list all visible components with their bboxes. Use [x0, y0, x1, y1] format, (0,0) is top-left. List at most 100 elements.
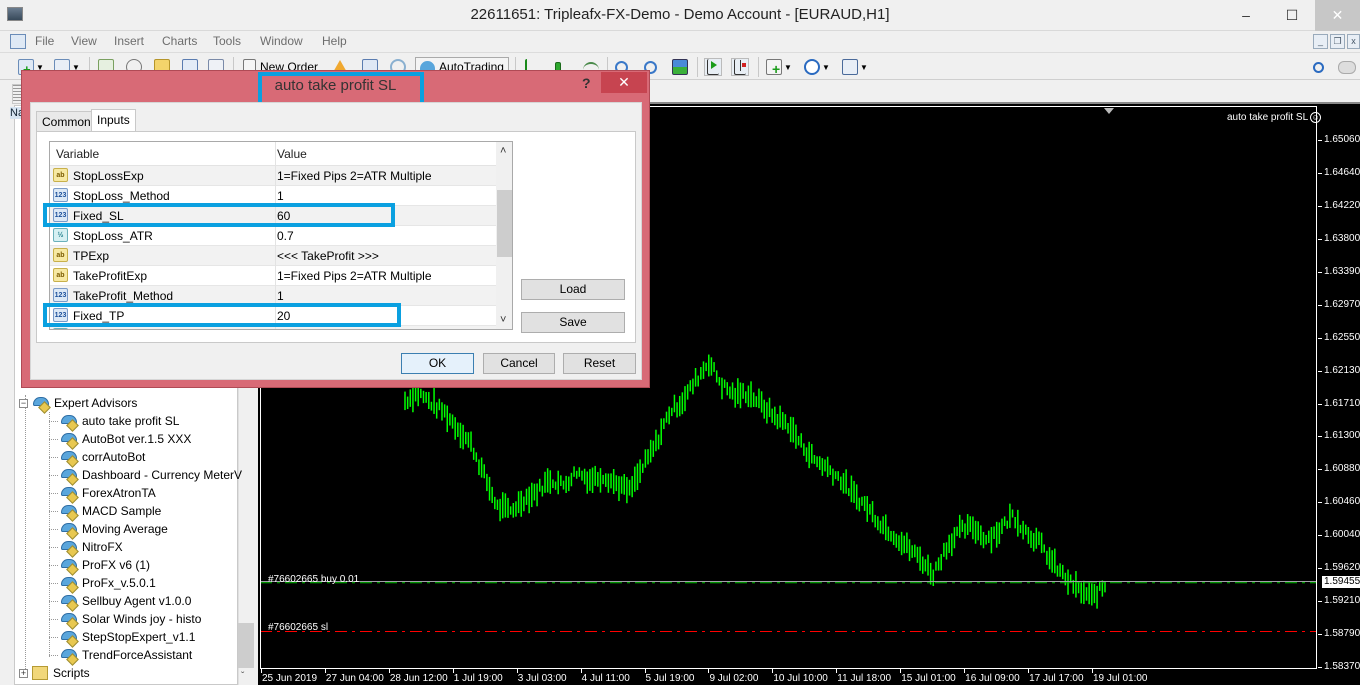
- fixed-sl-highlight-box: [43, 203, 395, 227]
- menu-charts[interactable]: Charts: [162, 34, 197, 48]
- tree-item-expert[interactable]: corrAutoBot: [49, 448, 145, 466]
- maximize-icon: ☐: [1285, 7, 1299, 23]
- mdi-restore-button[interactable]: ❐: [1330, 34, 1345, 49]
- tree-item-expert[interactable]: Sellbuy Agent v1.0.0: [49, 592, 192, 610]
- tree-item-expert[interactable]: TrendForceAssistant: [49, 646, 193, 664]
- expand-icon[interactable]: +: [19, 668, 28, 678]
- input-value-cell[interactable]: 0.7: [277, 229, 294, 243]
- search-icon: [1313, 61, 1324, 73]
- menu-window[interactable]: Window: [260, 34, 303, 48]
- window-title: 22611651: Tripleafx-FX-Demo - Demo Accou…: [470, 6, 890, 23]
- close-button[interactable]: ✕: [1315, 0, 1360, 31]
- tree-item-expert[interactable]: MACD Sample: [49, 502, 161, 520]
- scroll-up-icon[interactable]: ˄: [500, 145, 506, 157]
- y-axis-label: 1.59620: [1324, 562, 1360, 574]
- cancel-button[interactable]: Cancel: [483, 353, 555, 374]
- chart-window-icon: [10, 34, 26, 49]
- tree-node-scripts[interactable]: + Scripts: [19, 664, 90, 682]
- expert-advisor-icon: [60, 630, 77, 644]
- expert-advisor-icon: [60, 486, 77, 500]
- expert-name: NitroFX: [82, 540, 123, 554]
- chat-button[interactable]: [1338, 58, 1356, 76]
- tab-inputs[interactable]: Inputs: [91, 109, 136, 132]
- x-axis-label: 4 Jul 11:00: [581, 673, 630, 684]
- menu-insert[interactable]: Insert: [114, 34, 144, 48]
- menu-tools[interactable]: Tools: [213, 34, 241, 48]
- expert-name: ProFX v6 (1): [82, 558, 151, 572]
- tree-item-expert[interactable]: Dashboard - Currency MeterV: [49, 466, 242, 484]
- column-header-value[interactable]: Value: [277, 147, 307, 161]
- templates-button[interactable]: ▼: [842, 58, 868, 76]
- collapse-icon[interactable]: −: [19, 398, 28, 408]
- tile-windows-button[interactable]: [672, 58, 688, 76]
- input-value-cell[interactable]: 1=Fixed Pips 2=ATR Multiple: [277, 269, 432, 283]
- tree-item-expert[interactable]: StepStopExpert_v1.1: [49, 628, 196, 646]
- x-axis-label: 9 Jul 02:00: [709, 673, 759, 684]
- input-value-cell[interactable]: 1=Fixed Pips 2=ATR Multiple: [277, 169, 432, 183]
- fixed-tp-highlight-box: [43, 303, 401, 327]
- auto-scroll-icon: [734, 59, 746, 75]
- input-value-cell[interactable]: <<< TakeProfit >>>: [277, 249, 379, 263]
- tree-item-expert[interactable]: auto take profit SL: [49, 412, 179, 430]
- save-button[interactable]: Save: [521, 312, 625, 333]
- y-axis-label: 1.64640: [1324, 166, 1360, 178]
- input-row[interactable]: ab StopLossExp 1=Fixed Pips 2=ATR Multiple: [50, 166, 496, 186]
- expert-name: Sellbuy Agent v1.0.0: [82, 594, 192, 608]
- expert-name: Solar Winds joy - histo: [82, 612, 202, 626]
- maximize-button[interactable]: ☐: [1269, 0, 1315, 31]
- y-axis-tick: [1318, 667, 1322, 668]
- chart-shift-button[interactable]: [704, 58, 722, 76]
- minimize-button[interactable]: –: [1223, 0, 1269, 31]
- expert-advisor-icon: [60, 576, 77, 590]
- y-axis-tick: [1318, 238, 1322, 240]
- y-axis-label: 1.62550: [1324, 331, 1360, 343]
- y-axis-tick: [1318, 535, 1322, 537]
- x-axis-label: 19 Jul 01:00: [1093, 673, 1148, 684]
- ok-button[interactable]: OK: [401, 353, 474, 374]
- scroll-down-icon[interactable]: ˅: [500, 314, 506, 326]
- tree-item-expert[interactable]: Solar Winds joy - histo: [49, 610, 202, 628]
- expert-advisor-icon: [60, 414, 77, 428]
- y-axis-label: 1.60460: [1324, 496, 1360, 508]
- input-value-cell[interactable]: 1: [277, 289, 284, 303]
- input-row[interactable]: ab TakeProfitExp 1=Fixed Pips 2=ATR Multip…: [50, 266, 496, 286]
- input-value-cell[interactable]: 1.0: [277, 329, 294, 330]
- reset-button[interactable]: Reset: [563, 353, 636, 374]
- tree-item-expert[interactable]: NitroFX: [49, 538, 123, 556]
- input-value-cell[interactable]: 1: [277, 189, 284, 203]
- chart-shift-marker[interactable]: [1104, 108, 1114, 114]
- grid-scroll-thumb[interactable]: [497, 190, 512, 257]
- dialog-close-button[interactable]: ✕: [601, 72, 647, 93]
- input-row[interactable]: ½ StopLoss_ATR 0.7: [50, 226, 496, 246]
- menu-file[interactable]: File: [35, 34, 54, 48]
- expert-name: Moving Average: [82, 522, 168, 536]
- tree-node-expert-advisors[interactable]: − Expert Advisors: [19, 394, 137, 412]
- indicators-button[interactable]: + ▼: [766, 58, 792, 76]
- tree-item-expert[interactable]: Moving Average: [49, 520, 168, 538]
- x-axis-label: 11 Jul 18:00: [837, 673, 892, 684]
- mdi-close-button[interactable]: x: [1347, 34, 1360, 49]
- y-axis-label: 1.65060: [1324, 134, 1360, 145]
- help-button[interactable]: ?: [582, 75, 591, 91]
- scroll-down-icon[interactable]: ˇ: [241, 671, 244, 682]
- tree-item-expert[interactable]: AutoBot ver.1.5 XXX: [49, 430, 191, 448]
- expert-name: TrendForceAssistant: [82, 648, 193, 662]
- column-header-variable[interactable]: Variable: [56, 147, 99, 161]
- tab-common[interactable]: Common: [36, 111, 97, 131]
- mdi-minimize-button[interactable]: _: [1313, 34, 1328, 49]
- integer-type-icon: 123: [53, 188, 68, 202]
- tree-item-expert[interactable]: ProFx_v.5.0.1: [49, 574, 156, 592]
- menu-view[interactable]: View: [71, 34, 97, 48]
- search-button[interactable]: [1313, 58, 1324, 76]
- tree-item-expert[interactable]: ForexAtronTA: [49, 484, 156, 502]
- x-axis-label: 15 Jul 01:00: [901, 673, 956, 684]
- sl-order-label: #76602665 sl: [268, 622, 329, 633]
- auto-scroll-button[interactable]: [731, 58, 749, 76]
- tree-item-expert[interactable]: ProFX v6 (1): [49, 556, 151, 574]
- menu-help[interactable]: Help: [322, 34, 347, 48]
- input-row[interactable]: ab TPExp <<< TakeProfit >>>: [50, 246, 496, 266]
- load-button[interactable]: Load: [521, 279, 625, 300]
- periods-button[interactable]: ▼: [804, 58, 830, 76]
- expert-name: StepStopExpert_v1.1: [82, 630, 196, 644]
- navigator-scroll-thumb[interactable]: [238, 623, 254, 668]
